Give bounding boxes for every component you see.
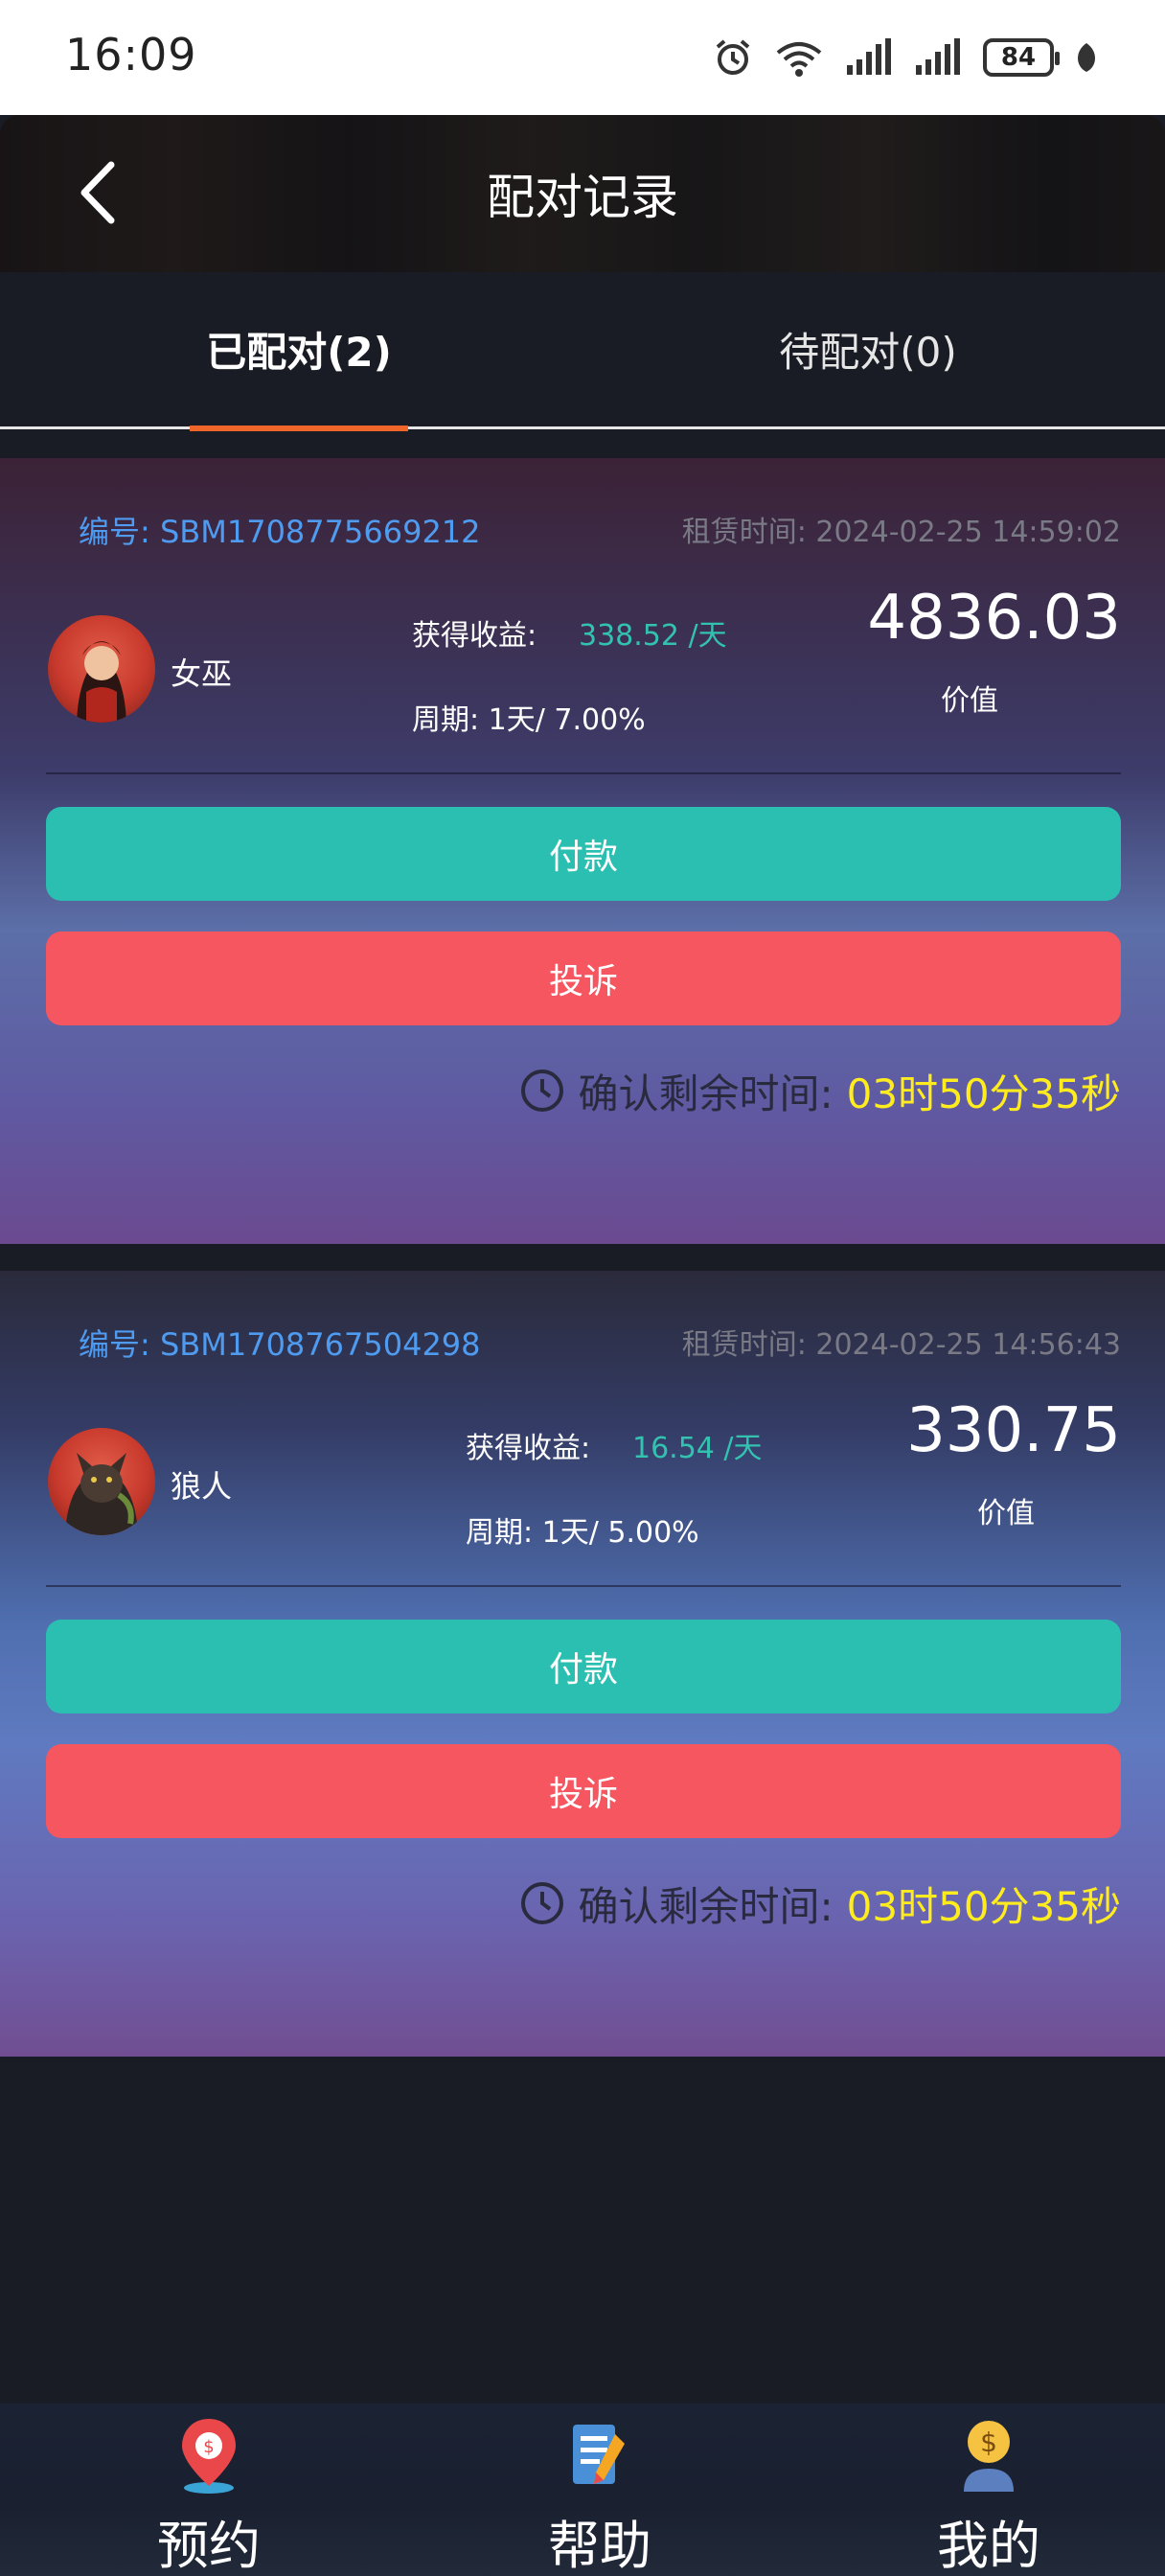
- tab-bar: 已配对(2) 待配对(0): [0, 272, 1165, 431]
- rent-time: 租赁时间: 2024-02-25 14:59:02: [682, 508, 1121, 550]
- countdown: 确认剩余时间: 03时50分35秒: [519, 1062, 1121, 1119]
- earnings-label: 获得收益:: [412, 619, 537, 653]
- witch-avatar-icon: [77, 641, 126, 723]
- rent-value: 2024-02-25 14:56:43: [815, 1328, 1121, 1362]
- page-title: 配对记录: [487, 170, 678, 225]
- werewolf-avatar-icon: [65, 1453, 138, 1535]
- clock-icon: [520, 1882, 563, 1924]
- order-label: 编号:: [79, 514, 150, 550]
- nav-label: 预约: [157, 2516, 261, 2576]
- wifi-icon: [776, 42, 822, 77]
- tab-active-indicator: [190, 426, 408, 431]
- value-amount: 330.75: [906, 1395, 1121, 1466]
- value-amount: 4836.03: [867, 583, 1121, 654]
- complain-button[interactable]: 投诉: [46, 1744, 1121, 1838]
- location-pin-icon: $: [182, 2419, 236, 2494]
- status-time: 16:09: [65, 29, 197, 80]
- avatar: [48, 615, 155, 723]
- rent-label: 租赁时间:: [681, 1328, 807, 1362]
- record-card: 编号: SBM1708767504298 租赁时间: 2024-02-25 14…: [0, 1271, 1165, 2057]
- signal-icon-2: [916, 38, 960, 75]
- countdown-value: 03时50分35秒: [846, 1882, 1121, 1930]
- countdown-label: 确认剩余时间:: [578, 1070, 834, 1117]
- pay-button[interactable]: 付款: [46, 1620, 1121, 1714]
- document-edit-icon: [573, 2425, 625, 2484]
- rent-label: 租赁时间:: [681, 516, 807, 549]
- battery-indicator: 84: [983, 38, 1060, 77]
- complain-button[interactable]: 投诉: [46, 932, 1121, 1025]
- countdown-label: 确认剩余时间:: [578, 1882, 834, 1930]
- rent-value: 2024-02-25 14:59:02: [815, 516, 1121, 549]
- period-text: 周期: 1天/ 7.00%: [412, 703, 646, 737]
- earnings-value: 16.54 /天: [632, 1432, 763, 1465]
- order-label: 编号:: [79, 1326, 150, 1363]
- tab-pending[interactable]: 待配对(0): [581, 320, 1155, 379]
- rent-time: 租赁时间: 2024-02-25 14:56:43: [682, 1321, 1121, 1363]
- page-header: 配对记录: [0, 115, 1165, 272]
- svg-text:$: $: [980, 2426, 997, 2458]
- nav-label: 帮助: [548, 2516, 651, 2576]
- nav-item-reserve[interactable]: $ 预约: [65, 2404, 353, 2576]
- nav-item-help[interactable]: 帮助: [456, 2404, 743, 2576]
- tab-matched[interactable]: 已配对(2): [11, 320, 586, 379]
- bottom-nav: $ 预约 帮助 $ 我的: [0, 2404, 1165, 2576]
- status-bar: 16:09 84: [0, 0, 1165, 115]
- nav-label: 我的: [937, 2516, 1040, 2576]
- countdown-value: 03时50分35秒: [846, 1070, 1121, 1117]
- clock-icon: [520, 1070, 563, 1112]
- nav-item-mine[interactable]: $ 我的: [845, 2404, 1132, 2576]
- order-value: SBM1708775669212: [159, 514, 481, 550]
- avatar: [48, 1428, 155, 1535]
- character-name: 女巫: [171, 656, 233, 692]
- order-number: 编号: SBM1708767504298: [79, 1321, 481, 1365]
- divider: [46, 1585, 1121, 1587]
- user-dollar-icon: $: [964, 2421, 1014, 2492]
- leaf-icon: [1078, 43, 1095, 72]
- earnings-label: 获得收益:: [466, 1432, 591, 1465]
- earnings-value: 338.52 /天: [579, 619, 727, 653]
- alarm-icon: [716, 39, 750, 75]
- character-name: 狼人: [171, 1468, 233, 1505]
- record-card: 编号: SBM1708775669212 租赁时间: 2024-02-25 14…: [0, 458, 1165, 1244]
- divider: [46, 772, 1121, 774]
- pay-button[interactable]: 付款: [46, 807, 1121, 901]
- period-text: 周期: 1天/ 5.00%: [466, 1516, 699, 1550]
- order-value: SBM1708767504298: [159, 1326, 481, 1363]
- svg-text:$: $: [203, 2437, 214, 2457]
- value-label: 价值: [977, 1497, 1035, 1530]
- value-label: 价值: [941, 684, 998, 718]
- order-number: 编号: SBM1708775669212: [79, 508, 481, 552]
- countdown: 确认剩余时间: 03时50分35秒: [519, 1874, 1121, 1932]
- signal-icon: [847, 38, 891, 75]
- status-icons: 84: [713, 34, 1098, 80]
